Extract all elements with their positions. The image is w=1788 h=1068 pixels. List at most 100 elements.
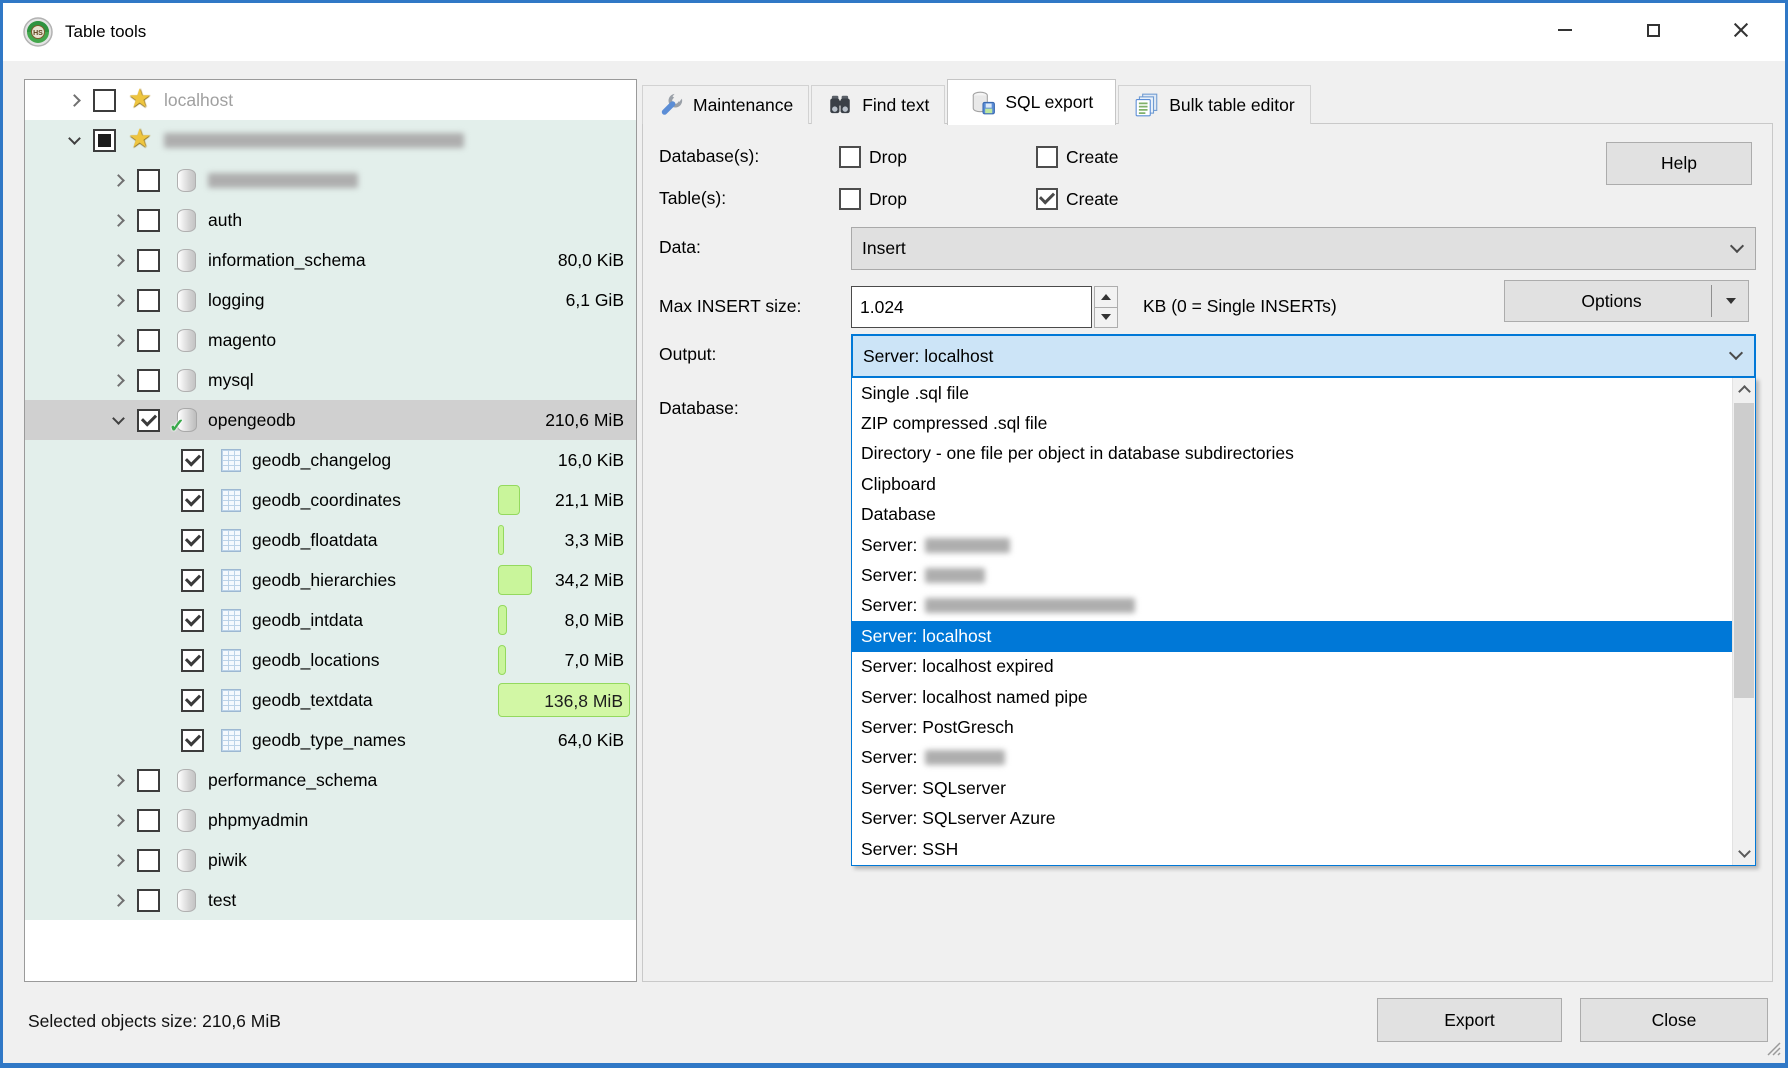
tree-row-geodb_intdata[interactable]: geodb_intdata8,0 MiB (25, 600, 636, 640)
chevron-right-icon[interactable] (99, 216, 137, 225)
close-dialog-button[interactable]: Close (1580, 998, 1768, 1042)
tree-row-localhost[interactable]: localhost (25, 80, 636, 120)
tree-row-performance_schema[interactable]: performance_schema (25, 760, 636, 800)
export-button[interactable]: Export (1377, 998, 1562, 1042)
help-button[interactable]: Help (1606, 142, 1752, 185)
options-dropdown-arrow-icon[interactable] (1726, 298, 1736, 304)
tab-find-text[interactable]: Find text (811, 85, 945, 124)
dropdown-option[interactable]: Single .sql file (852, 378, 1755, 408)
tree-checkbox[interactable] (93, 89, 116, 112)
maximize-button[interactable] (1609, 3, 1697, 57)
dropdown-option[interactable]: Directory - one file per object in datab… (852, 439, 1755, 469)
tree-checkbox[interactable] (181, 449, 204, 472)
scrollbar-thumb[interactable] (1734, 403, 1754, 698)
tab-maintenance[interactable]: Maintenance (642, 85, 809, 124)
tree-row-phpmyadmin[interactable]: phpmyadmin (25, 800, 636, 840)
tables-create-checkbox[interactable] (1036, 188, 1058, 210)
tree-row-geodb_coordinates[interactable]: geodb_coordinates21,1 MiB (25, 480, 636, 520)
databases-drop-checkbox[interactable] (839, 146, 861, 168)
tree-checkbox[interactable] (181, 529, 204, 552)
stepper-up-button[interactable] (1094, 286, 1118, 308)
chevron-right-icon[interactable] (99, 296, 137, 305)
dropdown-option[interactable]: Server: (852, 530, 1755, 560)
tree-row-geodb_hierarchies[interactable]: geodb_hierarchies34,2 MiB (25, 560, 636, 600)
dropdown-option[interactable]: Server: localhost (852, 621, 1755, 651)
tree-checkbox[interactable] (137, 809, 160, 832)
tree-row-opengeodb[interactable]: opengeodb210,6 MiB (25, 400, 636, 440)
tree-checkbox[interactable] (137, 849, 160, 872)
dropdown-option[interactable]: Server: SQLserver (852, 773, 1755, 803)
tree-row-auth[interactable]: auth (25, 200, 636, 240)
chevron-right-icon[interactable] (99, 256, 137, 265)
tree-checkbox[interactable] (137, 169, 160, 192)
chevron-right-icon[interactable] (55, 96, 93, 105)
chevron-right-icon[interactable] (99, 176, 137, 185)
chevron-right-icon[interactable] (99, 896, 137, 905)
tree-row-geodb_type_names[interactable]: geodb_type_names64,0 KiB (25, 720, 636, 760)
dropdown-option[interactable]: Clipboard (852, 469, 1755, 499)
tree-checkbox[interactable] (137, 889, 160, 912)
tree-row-geodb_floatdata[interactable]: geodb_floatdata3,3 MiB (25, 520, 636, 560)
stepper-down-button[interactable] (1094, 308, 1118, 329)
tree-row-test[interactable]: test (25, 880, 636, 920)
minimize-button[interactable] (1521, 3, 1609, 57)
tree-row-geodb_textdata[interactable]: geodb_textdata136,8 MiB (25, 680, 636, 720)
tree-row-mysql[interactable]: mysql (25, 360, 636, 400)
tree-checkbox[interactable] (181, 649, 204, 672)
tables-drop-checkbox[interactable] (839, 188, 861, 210)
dropdown-option[interactable]: ZIP compressed .sql file (852, 408, 1755, 438)
output-combobox[interactable]: Server: localhost (851, 334, 1756, 378)
tree-checkbox[interactable] (137, 289, 160, 312)
dropdown-option[interactable]: Server: (852, 743, 1755, 773)
chevron-down-icon[interactable] (55, 138, 93, 143)
tree-row[interactable] (25, 160, 636, 200)
chevron-right-icon[interactable] (99, 336, 137, 345)
tree-item-label: information_schema (208, 250, 366, 271)
dropdown-option[interactable]: Server: localhost named pipe (852, 682, 1755, 712)
tree-checkbox[interactable] (181, 689, 204, 712)
dropdown-option[interactable]: Server: SQLserver Azure (852, 803, 1755, 833)
tree-row-magento[interactable]: magento (25, 320, 636, 360)
chevron-right-icon[interactable] (99, 776, 137, 785)
dropdown-option[interactable]: Server: SSH (852, 834, 1755, 864)
tree-row-geodb_changelog[interactable]: geodb_changelog16,0 KiB (25, 440, 636, 480)
tree-checkbox[interactable] (137, 249, 160, 272)
tree-checkbox[interactable] (137, 409, 160, 432)
tree-row[interactable] (25, 120, 636, 160)
databases-create-checkbox[interactable] (1036, 146, 1058, 168)
chevron-right-icon[interactable] (99, 376, 137, 385)
dropdown-scrollbar[interactable] (1732, 378, 1755, 865)
tree-checkbox[interactable] (181, 609, 204, 632)
dropdown-option[interactable]: Server: localhost expired (852, 652, 1755, 682)
resize-grip[interactable] (1763, 1038, 1781, 1061)
tree-row-logging[interactable]: logging6,1 GiB (25, 280, 636, 320)
tree-checkbox[interactable] (181, 729, 204, 752)
close-button[interactable] (1697, 3, 1785, 57)
max-insert-size-input[interactable] (851, 286, 1092, 328)
tree-row-information_schema[interactable]: information_schema 80,0 KiB (25, 240, 636, 280)
tree-checkbox[interactable] (93, 129, 116, 152)
scroll-up-arrow-icon[interactable] (1733, 378, 1755, 401)
tab-sql-export[interactable]: SQL export (947, 79, 1116, 125)
tree-checkbox[interactable] (137, 369, 160, 392)
tree-checkbox[interactable] (137, 209, 160, 232)
data-combobox[interactable]: Insert (851, 227, 1756, 270)
tree-checkbox[interactable] (137, 329, 160, 352)
options-button[interactable]: Options (1504, 280, 1749, 322)
dropdown-option[interactable]: Server: (852, 591, 1755, 621)
size-value: 80,0 KiB (498, 240, 630, 280)
dropdown-option[interactable]: Server: PostGresch (852, 712, 1755, 742)
tree-checkbox[interactable] (181, 489, 204, 512)
tree-row-geodb_locations[interactable]: geodb_locations7,0 MiB (25, 640, 636, 680)
dropdown-option[interactable]: Server: (852, 560, 1755, 590)
tree-checkbox[interactable] (181, 569, 204, 592)
tree-checkbox[interactable] (137, 769, 160, 792)
scroll-down-arrow-icon[interactable] (1733, 842, 1755, 865)
tree-row-piwik[interactable]: piwik (25, 840, 636, 880)
dropdown-option[interactable]: Database (852, 500, 1755, 530)
tab-bulk-table-editor[interactable]: Bulk table editor (1118, 85, 1311, 124)
chevron-right-icon[interactable] (99, 816, 137, 825)
object-tree[interactable]: localhost auth information_schema 80,0 KiBl… (24, 79, 637, 982)
chevron-down-icon[interactable] (99, 418, 137, 423)
chevron-right-icon[interactable] (99, 856, 137, 865)
